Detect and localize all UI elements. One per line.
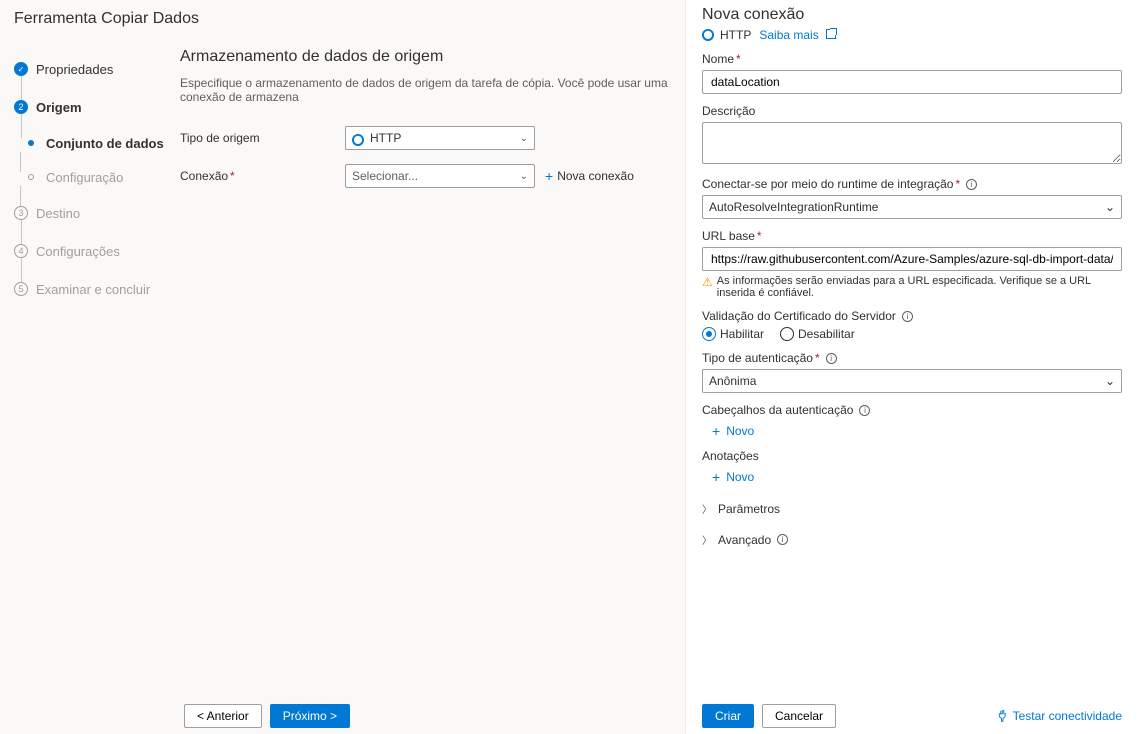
cert-enable-radio[interactable]: Habilitar — [702, 327, 764, 341]
auth-type-select[interactable]: Anônima ⌄ — [702, 369, 1122, 393]
content-area: Armazenamento de dados de origem Especif… — [170, 42, 685, 732]
auth-headers-label: Cabeçalhos da autenticaçãoi — [702, 403, 1122, 417]
info-icon[interactable]: i — [826, 353, 837, 364]
info-icon[interactable]: i — [966, 179, 977, 190]
chevron-right-icon: 〉 — [702, 532, 712, 547]
chevron-down-icon: ⌄ — [1105, 374, 1115, 388]
add-annotation-button[interactable]: +Novo — [702, 469, 1122, 485]
plug-icon — [997, 710, 1009, 722]
source-type-select[interactable]: ⬤HTTP ⌄ — [345, 126, 535, 150]
new-connection-link[interactable]: + Nova conexão — [545, 168, 634, 184]
page-title: Ferramenta Copiar Dados — [0, 0, 685, 42]
auth-type-label: Tipo de autenticação*i — [702, 351, 1122, 365]
connection-label: Conexão* — [180, 169, 345, 183]
advanced-expander[interactable]: 〉Avançadoi — [702, 532, 1122, 547]
connection-select[interactable]: Selecionar... ⌄ — [345, 164, 535, 188]
wizard-sidebar: Propriedades 2 Origem Conjunto de dados … — [0, 42, 170, 732]
name-input[interactable] — [702, 70, 1122, 94]
chevron-down-icon: ⌄ — [520, 171, 528, 182]
step-source[interactable]: 2 Origem — [14, 88, 170, 126]
content-heading: Armazenamento de dados de origem — [180, 48, 675, 66]
next-button[interactable]: Próximo > — [270, 704, 350, 728]
external-link-icon — [826, 29, 836, 39]
cert-disable-radio[interactable]: Desabilitar — [780, 327, 855, 341]
step-review[interactable]: 5 Examinar e concluir — [14, 270, 170, 308]
url-label: URL base* — [702, 229, 1122, 243]
back-button[interactable]: < Anterior — [184, 704, 262, 728]
add-header-button[interactable]: +Novo — [702, 423, 1122, 439]
chevron-down-icon: ⌄ — [520, 133, 528, 144]
radio-icon — [780, 327, 794, 341]
parameters-expander[interactable]: 〉Parâmetros — [702, 501, 1122, 516]
info-icon[interactable]: i — [777, 534, 788, 545]
step-settings[interactable]: 4 Configurações — [14, 232, 170, 270]
create-button[interactable]: Criar — [702, 704, 754, 728]
panel-title: Nova conexão — [702, 6, 1122, 24]
cert-label: Validação do Certificado do Servidori — [702, 309, 1122, 323]
description-label: Descrição — [702, 104, 1122, 118]
radio-icon — [702, 327, 716, 341]
panel-type-badge: HTTP — [720, 28, 751, 42]
info-icon[interactable]: i — [902, 311, 913, 322]
substep-dataset[interactable]: Conjunto de dados — [14, 126, 170, 160]
url-warning: ⚠ As informações serão enviadas para a U… — [702, 275, 1122, 299]
url-input[interactable] — [702, 247, 1122, 271]
check-icon — [18, 64, 25, 74]
chevron-right-icon: 〉 — [702, 501, 712, 516]
step-destination[interactable]: 3 Destino — [14, 194, 170, 232]
cancel-button[interactable]: Cancelar — [762, 704, 836, 728]
ir-label: Conectar-se por meio do runtime de integ… — [702, 177, 1122, 191]
annotations-label: Anotações — [702, 449, 1122, 463]
step-properties[interactable]: Propriedades — [14, 50, 170, 88]
warning-icon: ⚠ — [702, 275, 713, 289]
chevron-down-icon: ⌄ — [1105, 200, 1115, 214]
plus-icon: + — [545, 168, 553, 184]
http-icon: ⬤ — [702, 29, 714, 41]
name-label: Nome* — [702, 52, 1122, 66]
test-connection-link[interactable]: Testar conectividade — [997, 709, 1122, 723]
ir-select[interactable]: AutoResolveIntegrationRuntime ⌄ — [702, 195, 1122, 219]
source-type-label: Tipo de origem — [180, 131, 345, 145]
new-connection-panel: Nova conexão ⬤ HTTP Saiba mais Nome* Des… — [685, 0, 1138, 734]
content-desc: Especifique o armazenamento de dados de … — [180, 76, 675, 104]
info-icon[interactable]: i — [859, 405, 870, 416]
plus-icon: + — [712, 469, 720, 485]
http-icon: ⬤ — [352, 134, 364, 146]
learn-more-link[interactable]: Saiba mais — [759, 28, 836, 42]
description-input[interactable] — [702, 122, 1122, 164]
plus-icon: + — [712, 423, 720, 439]
substep-config[interactable]: Configuração — [14, 160, 170, 194]
